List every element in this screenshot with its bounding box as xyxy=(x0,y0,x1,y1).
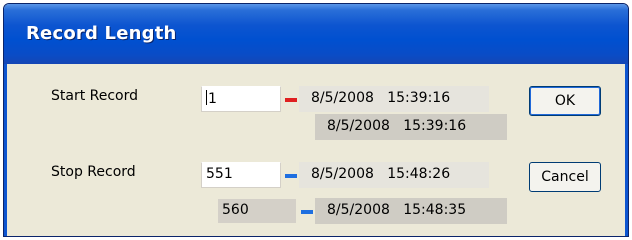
stop-blue-dash xyxy=(285,174,297,178)
start-record-label: Start Record xyxy=(51,88,139,104)
stop-max-record-field: 560 xyxy=(217,198,297,224)
stop-max-blue-dash xyxy=(301,210,313,214)
cancel-button[interactable]: Cancel xyxy=(529,162,601,192)
stop-time-display: 8/5/2008 15:48:26 xyxy=(299,162,489,188)
start-time-display: 8/5/2008 15:39:16 xyxy=(299,86,489,112)
ok-button[interactable]: OK xyxy=(529,86,601,116)
start-record-value: 1 xyxy=(208,91,217,107)
dialog-title: Record Length xyxy=(26,23,177,44)
text-caret xyxy=(206,90,207,105)
record-length-dialog: Record Length Start Record 1 8/5/2008 15… xyxy=(3,3,629,237)
start-red-dash xyxy=(285,98,297,102)
start-record-input[interactable]: 1 xyxy=(201,86,281,112)
title-bar[interactable]: Record Length xyxy=(4,4,628,64)
stop-record-label: Stop Record xyxy=(51,164,136,180)
dialog-body: Start Record 1 8/5/2008 15:39:16 8/5/200… xyxy=(4,64,628,236)
stop-time-display-secondary: 8/5/2008 15:48:35 xyxy=(315,198,507,224)
start-time-display-secondary: 8/5/2008 15:39:16 xyxy=(315,114,507,140)
stop-record-input[interactable]: 551 xyxy=(201,162,281,188)
